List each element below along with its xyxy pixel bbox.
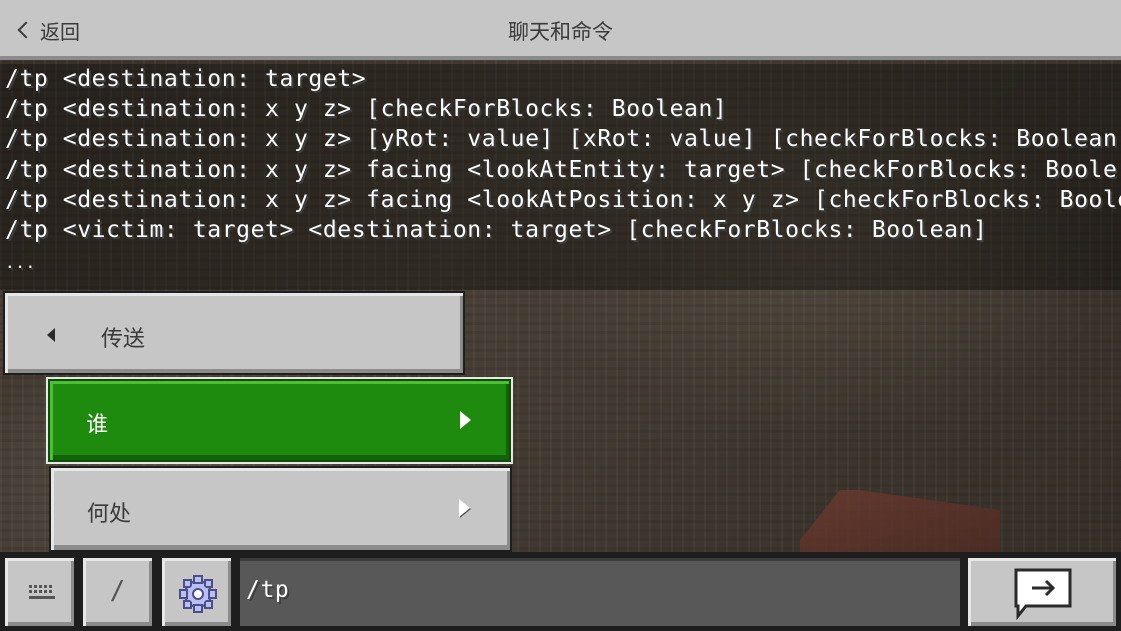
option-where[interactable]: 何处 [49, 466, 512, 552]
chat-ellipsis: ... [5, 253, 36, 272]
chat-input[interactable]: /tp [238, 556, 962, 628]
keyboard-button[interactable] [3, 556, 76, 628]
chat-line: /tp <destination: x y z> facing <lookAtP… [5, 187, 1121, 213]
header-bar: 返回 聊天和命令 [0, 0, 1121, 60]
slash-button[interactable]: / [81, 556, 154, 628]
chat-output: /tp <destination: target> /tp <destinati… [0, 64, 1121, 290]
option-who[interactable]: 谁 [46, 377, 513, 464]
chat-line: /tp <destination: x y z> [checkForBlocks… [5, 96, 728, 122]
slash-label: / [109, 576, 126, 606]
gear-icon [179, 575, 217, 613]
settings-button[interactable] [160, 556, 233, 628]
chat-line: /tp <destination: x y z> [yRot: value] [… [5, 126, 1118, 152]
category-label: 传送 [101, 327, 146, 352]
send-button[interactable] [966, 556, 1118, 628]
chat-line: /tp <victim: target> <destination: targe… [5, 217, 988, 243]
chevron-left-icon [47, 328, 55, 342]
keyboard-icon [29, 585, 55, 601]
chat-line: /tp <destination: x y z> facing <lookAtE… [5, 157, 1118, 183]
page-title: 聊天和命令 [508, 20, 613, 44]
arrow-right-icon [459, 499, 470, 517]
option-label: 谁 [86, 413, 109, 438]
arrow-right-icon [460, 411, 471, 429]
category-header-teleport[interactable]: 传送 [3, 291, 465, 375]
send-icon [1014, 568, 1072, 620]
option-label: 何处 [87, 502, 132, 527]
chat-line: /tp <destination: target> [5, 66, 367, 92]
